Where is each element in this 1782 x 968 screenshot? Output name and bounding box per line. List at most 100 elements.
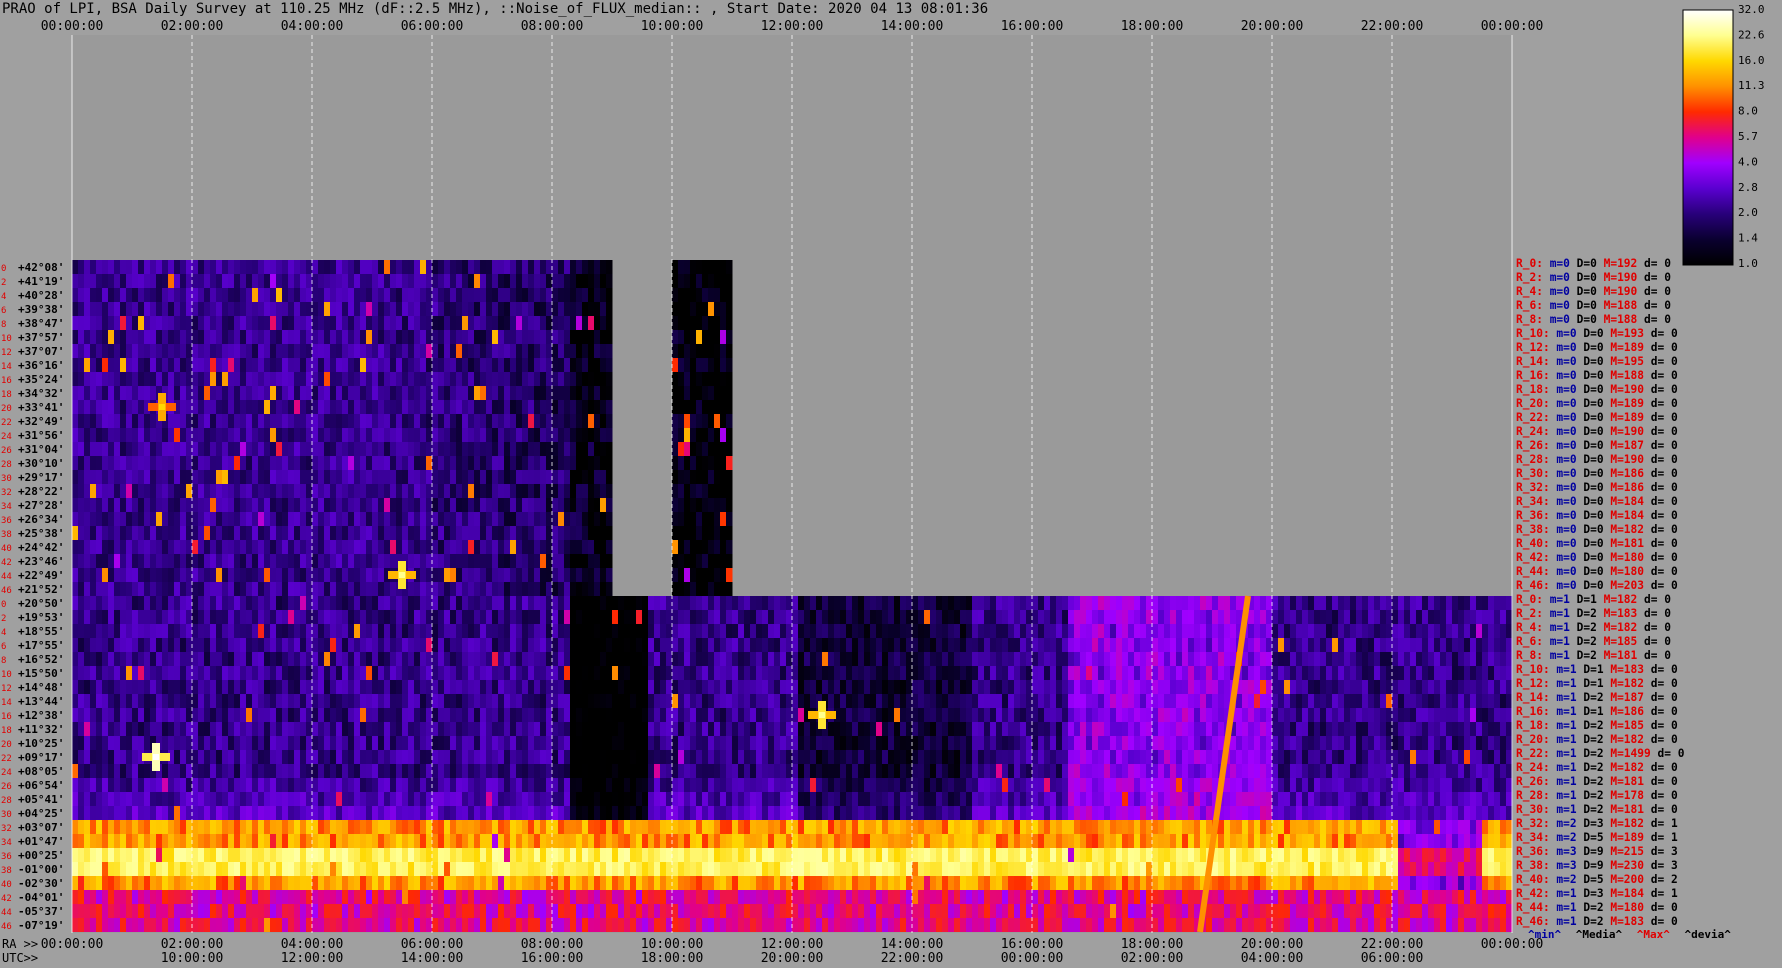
heatmap-cell: [552, 316, 559, 330]
heatmap-cell: [90, 582, 97, 596]
heatmap-cell: [174, 498, 181, 512]
heatmap-cell: [912, 596, 919, 610]
heatmap-cell: [474, 428, 481, 442]
heatmap-cell: [1080, 680, 1087, 694]
heatmap-cell: [600, 442, 607, 456]
heatmap-cell: [408, 330, 415, 344]
heatmap-cell: [1338, 652, 1345, 666]
heatmap-cell: [888, 666, 895, 680]
heatmap-cell: [534, 428, 541, 442]
heatmap-cell: [1284, 596, 1291, 610]
heatmap-cell: [1188, 652, 1195, 666]
heatmap-cell: [834, 596, 841, 610]
heatmap-cell: [576, 708, 583, 722]
heatmap-cell: [1068, 666, 1075, 680]
heatmap-cell: [708, 540, 715, 554]
heatmap-cell: [780, 652, 787, 666]
heatmap-cell: [660, 652, 667, 666]
heatmap-cell: [510, 470, 517, 484]
heatmap-cell: [1476, 596, 1483, 610]
heatmap-cell: [504, 260, 511, 274]
heatmap-cell: [1374, 722, 1381, 736]
heatmap-cell: [588, 344, 595, 358]
heatmap-cell: [876, 624, 883, 638]
heatmap-cell: [636, 666, 643, 680]
heatmap-cell: [1002, 708, 1009, 722]
heatmap-cell: [270, 722, 277, 736]
heatmap-cell: [1080, 722, 1087, 736]
heatmap-cell: [1044, 680, 1051, 694]
heatmap-cell: [894, 722, 901, 736]
heatmap-cell: [174, 652, 181, 666]
heatmap-cell: [366, 400, 373, 414]
heatmap-cell: [672, 484, 679, 498]
heatmap-cell: [504, 484, 511, 498]
heatmap-cell: [378, 540, 385, 554]
heatmap-cell: [252, 330, 259, 344]
heatmap-cell: [846, 610, 853, 624]
heatmap-cell: [690, 456, 697, 470]
heatmap-cell: [528, 666, 535, 680]
heatmap-cell: [342, 666, 349, 680]
heatmap-cell: [1302, 708, 1309, 722]
heatmap-cell: [138, 470, 145, 484]
heatmap-cell: [324, 540, 331, 554]
heatmap-cell: [480, 540, 487, 554]
heatmap-cell: [492, 512, 499, 526]
heatmap-cell: [1368, 722, 1375, 736]
heatmap-cell: [432, 680, 439, 694]
heatmap-cell: [114, 470, 121, 484]
heatmap-cell: [294, 498, 301, 512]
heatmap-cell: [150, 260, 157, 274]
heatmap-cell: [210, 680, 217, 694]
heatmap-cell: [684, 428, 691, 442]
heatmap-cell: [456, 652, 463, 666]
heatmap-cell: [810, 624, 817, 638]
heatmap-cell: [276, 722, 283, 736]
heatmap-cell: [204, 498, 211, 512]
heatmap-cell: [84, 596, 91, 610]
heatmap-cell: [1368, 680, 1375, 694]
heatmap-cell: [384, 540, 391, 554]
heatmap-cell: [216, 582, 223, 596]
heatmap-cell: [582, 498, 589, 512]
heatmap-cell: [108, 596, 115, 610]
heatmap-cell: [1476, 708, 1483, 722]
heatmap-cell: [114, 344, 121, 358]
heatmap-cell: [534, 596, 541, 610]
heatmap-cell: [402, 680, 409, 694]
heatmap-cell: [990, 736, 997, 750]
heatmap-cell: [252, 414, 259, 428]
heatmap-cell: [402, 512, 409, 526]
heatmap-cell: [84, 372, 91, 386]
heatmap-cell: [1062, 736, 1069, 750]
heatmap-cell: [1176, 708, 1183, 722]
heatmap-cell: [1272, 694, 1279, 708]
heatmap-cell: [858, 638, 865, 652]
heatmap-cell: [1050, 596, 1057, 610]
heatmap-cell: [942, 666, 949, 680]
heatmap-cell: [834, 680, 841, 694]
heatmap-cell: [894, 708, 901, 722]
heatmap-cell: [84, 512, 91, 526]
heatmap-cell: [456, 414, 463, 428]
heatmap-cell: [1422, 624, 1429, 638]
heatmap-cell: [222, 470, 229, 484]
heatmap-cell: [84, 652, 91, 666]
heatmap-cell: [660, 624, 667, 638]
heatmap-cell: [648, 638, 655, 652]
heatmap-cell: [252, 484, 259, 498]
heatmap-cell: [774, 638, 781, 652]
heatmap-cell: [534, 372, 541, 386]
heatmap-cell: [414, 722, 421, 736]
heatmap-cell: [594, 680, 601, 694]
heatmap-cell: [438, 372, 445, 386]
heatmap-cell: [330, 736, 337, 750]
heatmap-cell: [456, 554, 463, 568]
heatmap-cell: [132, 260, 139, 274]
heatmap-cell: [660, 596, 667, 610]
heatmap-cell: [1428, 610, 1435, 624]
heatmap-cell: [714, 652, 721, 666]
heatmap-cell: [360, 260, 367, 274]
heatmap-cell: [342, 610, 349, 624]
